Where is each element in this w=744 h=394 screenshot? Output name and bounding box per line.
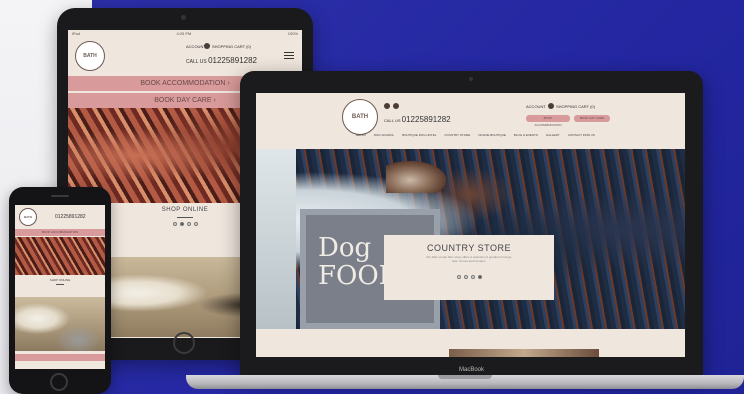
window-image <box>256 149 296 329</box>
carousel-dot[interactable] <box>186 222 191 226</box>
book-accommodation-button[interactable]: BOOK ACCOMMODATION <box>526 115 570 127</box>
status-carrier: iPad <box>72 31 81 36</box>
sign-text-line1: Dog <box>318 233 372 263</box>
country-store-text: Our little on-site farm shop offers a se… <box>426 255 512 263</box>
phone-site-header: BATH 01225891282 <box>15 205 105 229</box>
status-battery: 100% <box>287 31 298 36</box>
tablet-status-bar: iPad 4:25 PM 100% <box>68 30 302 38</box>
shop-online-title: SHOP ONLINE <box>49 278 71 282</box>
carousel-dot-active[interactable] <box>477 275 482 279</box>
laptop-device: BATH CALL US 01225891282 ACCOUNT SHOPPIN… <box>240 71 703 377</box>
book-accommodation-button[interactable]: BOOK ACCOMMODATION <box>15 229 105 236</box>
laptop-brand-label: MacBook <box>458 367 484 373</box>
logo-text: BATH <box>351 114 369 120</box>
nav-item-contact[interactable]: CONTACT FIND US <box>568 133 595 137</box>
nav-item-dog-hotel[interactable]: BOUTIQUE DOG HOTEL <box>402 133 436 137</box>
call-label: CALL US <box>186 59 207 65</box>
account-link[interactable]: ACCOUNT <box>186 44 206 49</box>
phone-home-button <box>50 373 68 391</box>
bird-ornament-image <box>386 161 446 193</box>
site-logo[interactable]: BATH <box>75 41 105 71</box>
tablet-camera <box>181 15 186 20</box>
cart-icon <box>548 103 554 109</box>
logo-text: BATH <box>83 53 97 59</box>
phone-number[interactable]: CALL US 01225891282 <box>384 115 451 124</box>
social-links <box>384 103 399 109</box>
dog-image <box>15 297 105 351</box>
nav-item-dog-school[interactable]: DOG SCHOOL <box>374 133 394 137</box>
divider <box>177 217 193 218</box>
carousel-dot[interactable] <box>456 275 461 279</box>
book-day-care-button[interactable]: BOOK DAY CARE <box>574 115 610 122</box>
nav-item-gallery[interactable]: GALLERY <box>546 133 560 137</box>
hero-image-leather-collars <box>15 237 105 275</box>
phone-number[interactable]: 01225891282 <box>55 214 86 220</box>
phone-digits: 01225891282 <box>401 115 451 124</box>
carousel-dot[interactable] <box>193 222 198 226</box>
country-store-card: COUNTRY STORE Our little on-site farm sh… <box>384 235 554 300</box>
site-logo[interactable]: BATH <box>342 99 378 135</box>
account-link[interactable]: ACCOUNT <box>526 104 546 109</box>
nav-item-country-store[interactable]: COUNTRY STORE <box>444 133 470 137</box>
laptop-camera <box>469 77 473 81</box>
laptop-screen: BATH CALL US 01225891282 ACCOUNT SHOPPIN… <box>256 93 685 357</box>
carousel-dot-active[interactable] <box>179 222 184 226</box>
cart-label: SHOPPING CART (0) <box>212 43 251 49</box>
carousel-dot[interactable] <box>172 222 177 226</box>
laptop-notch <box>438 375 492 379</box>
phone-bottom-button[interactable] <box>15 354 105 361</box>
main-nav: HELLO DOG SCHOOL BOUTIQUE DOG HOTEL COUN… <box>356 133 595 137</box>
tablet-home-button <box>173 332 195 354</box>
shopping-cart-link[interactable]: SHOPPING CART (0) <box>548 103 595 109</box>
logo-text: BATH <box>23 215 33 219</box>
laptop-site-header: BATH CALL US 01225891282 ACCOUNT SHOPPIN… <box>256 93 685 145</box>
nav-item-online-boutique[interactable]: ONLINE BOUTIQUE <box>478 133 506 137</box>
cart-label: SHOPPING CART (0) <box>556 103 595 109</box>
carousel-dots <box>384 275 554 279</box>
facebook-icon[interactable] <box>384 103 390 109</box>
phone-digits: 01225891282 <box>55 214 86 220</box>
shopping-cart-link[interactable]: SHOPPING CART (0) <box>204 43 251 49</box>
country-store-title: COUNTRY STORE <box>426 243 511 253</box>
phone-device: BATH 01225891282 BOOK ACCOMMODATION SHOP… <box>9 187 111 394</box>
nav-item-hello[interactable]: HELLO <box>356 133 366 137</box>
carousel-dot[interactable] <box>463 275 468 279</box>
phone-screen: BATH 01225891282 BOOK ACCOMMODATION SHOP… <box>15 205 105 369</box>
phone-number[interactable]: CALL US 01225891282 <box>186 56 257 65</box>
next-section-image <box>449 349 599 357</box>
nav-item-blog-events[interactable]: BLOG & EVENTS <box>514 133 538 137</box>
divider <box>56 284 64 285</box>
carousel-dot[interactable] <box>470 275 475 279</box>
call-label: CALL US <box>384 118 401 123</box>
hamburger-menu-icon[interactable] <box>284 52 294 59</box>
cart-icon <box>204 43 210 49</box>
instagram-icon[interactable] <box>393 103 399 109</box>
shop-online-section: SHOP ONLINE <box>15 275 105 297</box>
status-time: 4:25 PM <box>176 31 192 36</box>
phone-digits: 01225891282 <box>208 56 258 65</box>
site-logo[interactable]: BATH <box>19 208 37 226</box>
phone-speaker <box>51 195 69 197</box>
